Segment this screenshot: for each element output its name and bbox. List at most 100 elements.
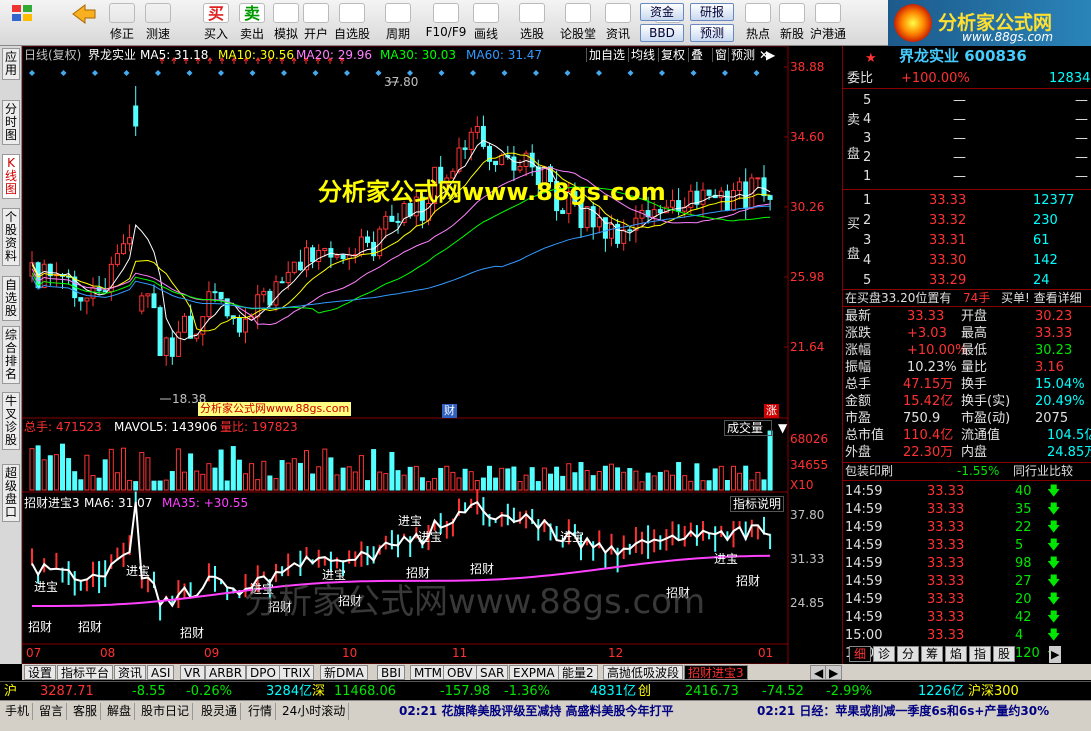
- kline-button-2[interactable]: 复权: [658, 48, 685, 62]
- kline-button-4[interactable]: 窗: [712, 48, 727, 62]
- right-tab-3[interactable]: 筹: [921, 646, 944, 662]
- toolbar-small-button-1[interactable]: 研报: [690, 3, 734, 21]
- right-tab-2[interactable]: 分: [897, 646, 920, 662]
- compare-link[interactable]: 同行业比较: [1013, 463, 1073, 480]
- expand-icon[interactable]: ▶: [766, 48, 775, 62]
- toolbar-small-button-0[interactable]: 资金: [640, 3, 684, 21]
- bottom-tab-11[interactable]: OBV: [443, 665, 477, 680]
- volume-bar: [578, 462, 584, 491]
- toolbar-fix-button[interactable]: 修正: [104, 2, 140, 44]
- bottom-tab-9[interactable]: BBI: [377, 665, 406, 680]
- status-item-2[interactable]: 客服: [70, 703, 102, 720]
- status-item-0[interactable]: 手机: [2, 703, 34, 720]
- volume-bar: [541, 467, 547, 491]
- toolbar-small-button-2[interactable]: BBD: [640, 24, 684, 42]
- bottom-tab-14[interactable]: 能量2: [558, 665, 598, 680]
- notice-link[interactable]: 买单! 查看详细: [1001, 290, 1082, 307]
- candle-body: [718, 190, 724, 199]
- status-item-3[interactable]: 解盘: [104, 703, 136, 720]
- tick-vol: 5: [1015, 538, 1024, 553]
- bottom-tab-6[interactable]: DPO: [246, 665, 280, 680]
- left-tab-4[interactable]: 自选股: [2, 276, 20, 321]
- bottom-tab-2[interactable]: 资讯: [114, 665, 147, 680]
- bottom-tab-13[interactable]: EXPMA: [509, 665, 559, 680]
- hot-icon: [745, 3, 771, 23]
- bottom-tab-1[interactable]: 指标平台: [57, 665, 114, 680]
- tab-scroll-right-icon[interactable]: ▶: [825, 665, 843, 680]
- stat-value: 110.4亿: [903, 428, 954, 443]
- bottom-tab-15[interactable]: 高抛低吸波段: [603, 665, 684, 680]
- left-tab-3[interactable]: 个股资料: [2, 208, 20, 266]
- status-item-1[interactable]: 留言: [36, 703, 68, 720]
- kline-button-5[interactable]: 预测: [728, 48, 755, 62]
- chevron-down-icon[interactable]: ▼: [778, 421, 787, 435]
- tick-vol: 27: [1015, 574, 1032, 589]
- volume-dropdown[interactable]: 成交量: [724, 420, 773, 436]
- right-tab-5[interactable]: 指: [969, 646, 992, 662]
- left-tab-2[interactable]: K线图: [2, 154, 20, 199]
- news-ticker-2[interactable]: 02:21 日经：苹果或削减一季度6s和6s+产量约30%: [754, 703, 1052, 720]
- toolbar-select-button[interactable]: 选股: [514, 2, 550, 44]
- status-item-4[interactable]: 股市日记: [138, 703, 194, 720]
- left-tab-0[interactable]: 应用: [2, 48, 20, 80]
- news-ticker-1[interactable]: 02:21 花旗降美股评级至减持 高盛料美股今年打平: [396, 703, 677, 720]
- right-tab-0[interactable]: 细: [849, 646, 872, 662]
- stat-label-2: 换手(实): [961, 394, 1011, 409]
- left-tab-5[interactable]: 综合排名: [2, 326, 20, 384]
- bottom-tab-8[interactable]: 新DMA: [320, 665, 368, 680]
- candle-body: [767, 195, 773, 200]
- bottom-tab-12[interactable]: SAR: [476, 665, 509, 680]
- ma-label-4: MA60: 31.47: [466, 48, 543, 62]
- tick-vol: 120: [1015, 646, 1040, 661]
- bottom-tab-7[interactable]: TRIX: [279, 665, 315, 680]
- kline-button-0[interactable]: 加自选: [586, 48, 625, 62]
- candle-body: [517, 166, 523, 171]
- status-item-6[interactable]: 行情: [245, 703, 277, 720]
- toolbar-pen-button[interactable]: 画线: [468, 2, 504, 44]
- toolbar-f10-button[interactable]: F10/F9: [424, 2, 468, 44]
- toolbar-windows-button[interactable]: [4, 2, 40, 44]
- bottom-tab-5[interactable]: ARBR: [205, 665, 247, 680]
- toolbar-buy-button[interactable]: 买买入: [198, 2, 234, 44]
- toolbar-label: 热点: [745, 27, 770, 41]
- toolbar-news-button[interactable]: 资讯: [600, 2, 636, 44]
- kline-button-1[interactable]: 均线: [628, 48, 655, 62]
- status-item-7[interactable]: 24小时滚动: [279, 703, 350, 720]
- toolbar-back-arrow-button[interactable]: [66, 2, 102, 44]
- left-tab-7[interactable]: 超级盘口: [2, 464, 20, 522]
- toolbar-forum-button[interactable]: 论股堂: [560, 2, 596, 44]
- toolbar-small-button-3[interactable]: 预测: [690, 24, 734, 42]
- left-tab-1[interactable]: 分时图: [2, 100, 20, 145]
- toolbar-star-button[interactable]: 自选股: [334, 2, 370, 44]
- cai-marker-icon: 财: [442, 404, 457, 418]
- right-tabs-next-icon[interactable]: ▶: [1049, 646, 1062, 663]
- bottom-tab-0[interactable]: 设置: [24, 665, 57, 680]
- bottom-tab-4[interactable]: VR: [180, 665, 205, 680]
- bottom-tab-16[interactable]: 招财进宝3: [684, 665, 748, 680]
- right-tab-4[interactable]: 焰: [945, 646, 968, 662]
- toolbar-sell-button[interactable]: 卖卖出: [234, 2, 270, 44]
- bottom-tab-10[interactable]: MTM: [410, 665, 447, 680]
- toolbar-newstock-button[interactable]: 新股: [774, 2, 810, 44]
- stat-value-2: 2075: [1035, 411, 1069, 426]
- toolbar-hk-button[interactable]: 沪港通: [810, 2, 846, 44]
- candle-body: [724, 190, 730, 211]
- toolbar-period-button[interactable]: 周期: [380, 2, 416, 44]
- volume-bar: [663, 470, 669, 491]
- toolbar-hot-button[interactable]: 热点: [740, 2, 776, 44]
- chart-area[interactable]: 日线(复权) 界龙实业 MA5: 31.18 MA10: 30.56 MA20: 29.…: [22, 46, 842, 664]
- right-tab-1[interactable]: 诊: [873, 646, 896, 662]
- lock-icon: [303, 3, 329, 23]
- left-tab-6[interactable]: 牛叉诊股: [2, 392, 20, 450]
- status-item-5[interactable]: 股灵通: [198, 703, 242, 720]
- industry-link[interactable]: 包装印刷: [845, 463, 893, 480]
- toolbar-lock-button[interactable]: 开户: [298, 2, 334, 44]
- kline-button-3[interactable]: 叠: [688, 48, 703, 62]
- toolbar-clock-button[interactable]: 测速: [140, 2, 176, 44]
- indicator-help-button[interactable]: 指标说明: [730, 496, 785, 512]
- xaxis-label: 07: [26, 646, 42, 660]
- right-tab-6[interactable]: 股: [993, 646, 1016, 662]
- tick-price: 33.33: [927, 520, 965, 535]
- bottom-tab-3[interactable]: ASI: [147, 665, 175, 680]
- volume-bar: [279, 460, 285, 491]
